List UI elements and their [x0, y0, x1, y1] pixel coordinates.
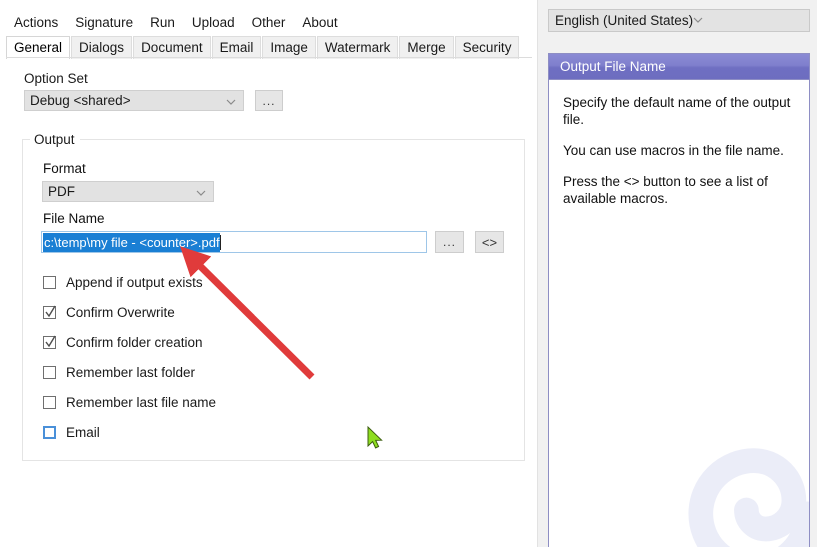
checkbox-append-if-output-exists[interactable]: Append if output exists [43, 275, 203, 290]
tab-general[interactable]: General [6, 36, 71, 59]
option-set-label: Option Set [24, 71, 88, 86]
format-label: Format [43, 161, 86, 176]
tab-upload[interactable]: Upload [183, 13, 243, 32]
language-dropdown[interactable]: English (United States) [548, 9, 810, 32]
text-caret [219, 234, 221, 250]
help-panel-body: Specify the default name of the output f… [549, 80, 809, 207]
tab-label: Other [251, 15, 286, 30]
tab-label: Watermark [324, 40, 391, 55]
checkbox-checked-icon[interactable] [43, 305, 56, 319]
tab-merge[interactable]: Merge [399, 36, 454, 59]
checkbox-unchecked-icon[interactable] [43, 276, 56, 289]
checkbox-label: Confirm Overwrite [66, 305, 175, 320]
tab-label: General [14, 40, 63, 55]
secondary-tab-bar: General Dialogs Document Email Image Watermar… [6, 36, 520, 59]
checkbox-unchecked-icon[interactable] [43, 366, 56, 379]
option-set-value: Debug <shared> [30, 93, 131, 108]
tab-document[interactable]: Document [133, 36, 211, 59]
checkbox-label: Remember last file name [66, 395, 217, 410]
help-panel-title: Output File Name [549, 54, 809, 80]
tab-image[interactable]: Image [262, 36, 316, 59]
checkbox-label: Email [66, 425, 100, 440]
settings-panel: Actions Signature Run Upload Other About Gene… [0, 0, 538, 547]
chevron-down-icon [693, 13, 703, 28]
tab-label: Merge [407, 40, 446, 55]
tab-label: Upload [191, 15, 235, 30]
checkbox-confirm-overwrite[interactable]: Confirm Overwrite [43, 305, 175, 320]
help-paragraph: Specify the default name of the output f… [563, 95, 791, 127]
macro-list-button[interactable]: <> [475, 231, 504, 253]
checkbox-label: Remember last folder [66, 365, 196, 380]
option-set-dropdown[interactable]: Debug <shared> [24, 90, 244, 111]
tab-label: Email [219, 40, 254, 55]
checkbox-confirm-folder-creation[interactable]: Confirm folder creation [43, 335, 203, 350]
tab-label: Document [141, 40, 203, 55]
tab-label: Dialogs [79, 40, 125, 55]
checkbox-unchecked-icon[interactable] [43, 426, 56, 439]
file-name-browse-button[interactable]: ... [435, 231, 464, 253]
help-paragraph: Press the <> button to see a list of ava… [563, 174, 768, 206]
option-set-browse-button[interactable]: ... [255, 90, 283, 111]
help-paragraph: You can use macros in the file name. [563, 143, 784, 158]
tab-signature[interactable]: Signature [67, 13, 142, 32]
tab-about[interactable]: About [294, 13, 346, 32]
app-root: Actions Signature Run Upload Other About Gene… [0, 0, 817, 547]
tab-run[interactable]: Run [142, 13, 183, 32]
tab-label: About [302, 15, 338, 30]
primary-tab-bar: Actions Signature Run Upload Other About [6, 13, 347, 32]
tab-other[interactable]: Other [243, 13, 294, 32]
tab-security[interactable]: Security [454, 36, 520, 59]
tab-actions[interactable]: Actions [6, 13, 67, 32]
chevron-down-icon [226, 95, 236, 105]
checkbox-email[interactable]: Email [43, 425, 100, 440]
chevron-down-icon [196, 186, 206, 196]
tab-label: Security [462, 40, 512, 55]
file-name-value: c:\temp\my file - <counter>.pdf [43, 232, 220, 252]
format-value: PDF [48, 184, 75, 199]
format-dropdown[interactable]: PDF [42, 181, 214, 202]
checkbox-label: Confirm folder creation [66, 335, 203, 350]
checkbox-remember-last-file-name[interactable]: Remember last file name [43, 395, 216, 410]
language-value: English (United States) [555, 13, 694, 28]
tab-underline [6, 57, 532, 58]
help-panel: Output File Name Specify the default nam… [548, 53, 810, 547]
checkbox-remember-last-folder[interactable]: Remember last folder [43, 365, 195, 380]
help-sidebar: English (United States) Output File Name… [538, 0, 817, 547]
checkbox-checked-icon[interactable] [43, 335, 56, 349]
output-group-title: Output [30, 132, 80, 147]
tab-label: Image [270, 40, 308, 55]
tab-label: Signature [75, 15, 134, 30]
checkbox-unchecked-icon[interactable] [43, 396, 56, 409]
tab-dialogs[interactable]: Dialogs [71, 36, 133, 59]
tab-label: Actions [14, 15, 59, 30]
spiral-logo-watermark [659, 415, 809, 547]
tab-email[interactable]: Email [211, 36, 262, 59]
file-name-input[interactable]: c:\temp\my file - <counter>.pdf [41, 231, 427, 253]
file-name-label: File Name [43, 211, 105, 226]
checkbox-label: Append if output exists [66, 275, 203, 290]
tab-watermark[interactable]: Watermark [316, 36, 399, 59]
tab-label: Run [150, 15, 175, 30]
